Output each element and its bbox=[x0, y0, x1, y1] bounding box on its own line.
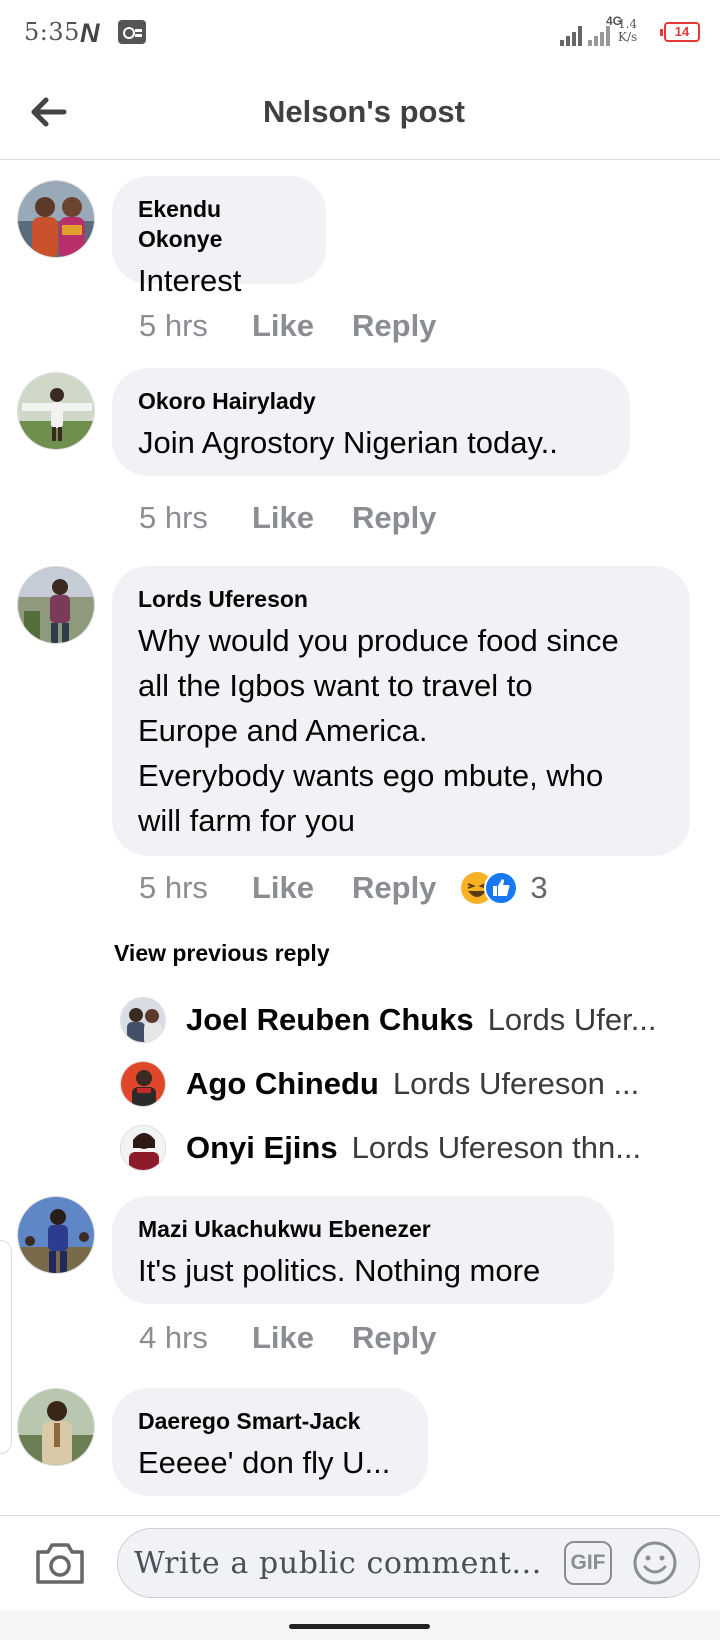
post-header: Nelson's post bbox=[0, 64, 720, 160]
camera-icon bbox=[36, 1543, 84, 1584]
comment-time[interactable]: 5 hrs bbox=[139, 308, 252, 344]
comment-actions: 5 hrs Like Reply bbox=[139, 308, 436, 344]
comment-text-line: all the Igbos want to travel to bbox=[138, 668, 533, 703]
avatar bbox=[120, 997, 166, 1043]
reply-button[interactable]: Reply bbox=[352, 1320, 436, 1356]
page-title: Nelson's post bbox=[262, 94, 465, 129]
comment-input-placeholder: Write a public comment... bbox=[134, 1546, 542, 1581]
reply-text: Lords Ufer... bbox=[487, 1002, 657, 1037]
reaction-count: 3 bbox=[530, 870, 548, 905]
reactions-summary[interactable]: 3 bbox=[460, 870, 548, 906]
comment-author[interactable]: Mazi Ukachukwu Ebenezer bbox=[138, 1214, 588, 1244]
reply-button[interactable]: Reply bbox=[352, 500, 436, 536]
comment-time[interactable]: 5 hrs bbox=[139, 500, 252, 536]
emoji-icon bbox=[633, 1541, 677, 1585]
avatar[interactable] bbox=[17, 566, 95, 644]
like-button[interactable]: Like bbox=[252, 1320, 352, 1356]
like-button[interactable]: Like bbox=[252, 500, 352, 536]
comment-text-line: Europe and America. bbox=[138, 713, 428, 748]
comment-text-line: Everybody wants ego mbute, who bbox=[138, 758, 604, 793]
comment-bubble[interactable]: Daerego Smart-Jack Eeeee' don fly U... bbox=[112, 1388, 428, 1496]
reply-preview[interactable]: Joel Reuben Chuks Lords Ufer... bbox=[120, 994, 680, 1046]
avatar[interactable] bbox=[17, 180, 95, 258]
gif-button[interactable]: GIF bbox=[564, 1541, 612, 1585]
comment-text: Interest bbox=[138, 263, 242, 298]
sim-card-icon bbox=[118, 20, 146, 44]
reply-button[interactable]: Reply bbox=[352, 870, 436, 906]
battery-icon: 14 bbox=[660, 22, 700, 42]
comment-text-line: will farm for you bbox=[138, 803, 356, 838]
status-bar: 5:35 N 4G 1.4 K/s 14 bbox=[0, 0, 720, 64]
chat-head-edge[interactable] bbox=[0, 1240, 12, 1454]
comment-bubble[interactable]: Ekendu Okonye Interest bbox=[112, 176, 326, 298]
reply-author: Joel Reuben Chuks bbox=[186, 1002, 474, 1037]
comment-author[interactable]: Daerego Smart-Jack bbox=[138, 1406, 402, 1436]
reply-button[interactable]: Reply bbox=[352, 308, 436, 344]
comment-composer: Write a public comment... GIF bbox=[0, 1515, 720, 1610]
comment-actions: 4 hrs Like Reply bbox=[139, 1320, 436, 1356]
comment-bubble[interactable]: Lords Ufereson Why would you produce foo… bbox=[112, 566, 690, 856]
comment-time[interactable]: 5 hrs bbox=[139, 870, 252, 906]
comment-text: Why would you produce food since all the… bbox=[138, 618, 664, 843]
comment-author[interactable]: Okoro Hairylady bbox=[138, 386, 604, 416]
comment-actions: 5 hrs Like Reply 3 bbox=[139, 870, 548, 906]
comment-author[interactable]: Ekendu Okonye bbox=[138, 194, 300, 254]
comment-input[interactable]: Write a public comment... GIF bbox=[117, 1528, 700, 1598]
reply-text: Lords Ufereson ... bbox=[392, 1066, 640, 1101]
comment-author[interactable]: Lords Ufereson bbox=[138, 584, 664, 614]
reply-text: Lords Ufereson thn... bbox=[351, 1130, 642, 1165]
like-button[interactable]: Like bbox=[252, 308, 352, 344]
emoji-button[interactable] bbox=[632, 1540, 678, 1586]
comment-bubble[interactable]: Okoro Hairylady Join Agrostory Nigerian … bbox=[112, 368, 630, 476]
comment-text: It's just politics. Nothing more bbox=[138, 1253, 541, 1288]
avatar[interactable] bbox=[17, 1196, 95, 1274]
avatar bbox=[120, 1061, 166, 1107]
comment-time[interactable]: 4 hrs bbox=[139, 1320, 252, 1356]
comment-text-line: Why would you produce food since bbox=[138, 623, 619, 658]
view-previous-reply-link[interactable]: View previous reply bbox=[114, 940, 330, 967]
carrier-logo: N bbox=[80, 18, 100, 48]
like-reaction-icon bbox=[484, 871, 519, 905]
like-button[interactable]: Like bbox=[252, 870, 352, 906]
avatar bbox=[120, 1125, 166, 1171]
camera-button[interactable] bbox=[34, 1538, 86, 1588]
comment-text: Join Agrostory Nigerian today.. bbox=[138, 425, 558, 460]
avatar[interactable] bbox=[17, 1388, 95, 1466]
status-time: 5:35 bbox=[24, 18, 80, 46]
home-indicator[interactable] bbox=[289, 1624, 430, 1629]
reply-author: Ago Chinedu bbox=[186, 1066, 379, 1101]
comment-actions: 5 hrs Like Reply bbox=[139, 500, 436, 536]
reply-preview[interactable]: Onyi Ejins Lords Ufereson thn... bbox=[120, 1122, 680, 1174]
reply-author: Onyi Ejins bbox=[186, 1130, 338, 1165]
network-speed: 1.4 K/s bbox=[618, 17, 638, 44]
reply-preview[interactable]: Ago Chinedu Lords Ufereson ... bbox=[120, 1058, 680, 1110]
comment-text: Eeeee' don fly U... bbox=[138, 1445, 391, 1480]
status-indicators: 4G 1.4 K/s 14 bbox=[550, 14, 700, 50]
comment-bubble[interactable]: Mazi Ukachukwu Ebenezer It's just politi… bbox=[112, 1196, 614, 1304]
avatar[interactable] bbox=[17, 372, 95, 450]
